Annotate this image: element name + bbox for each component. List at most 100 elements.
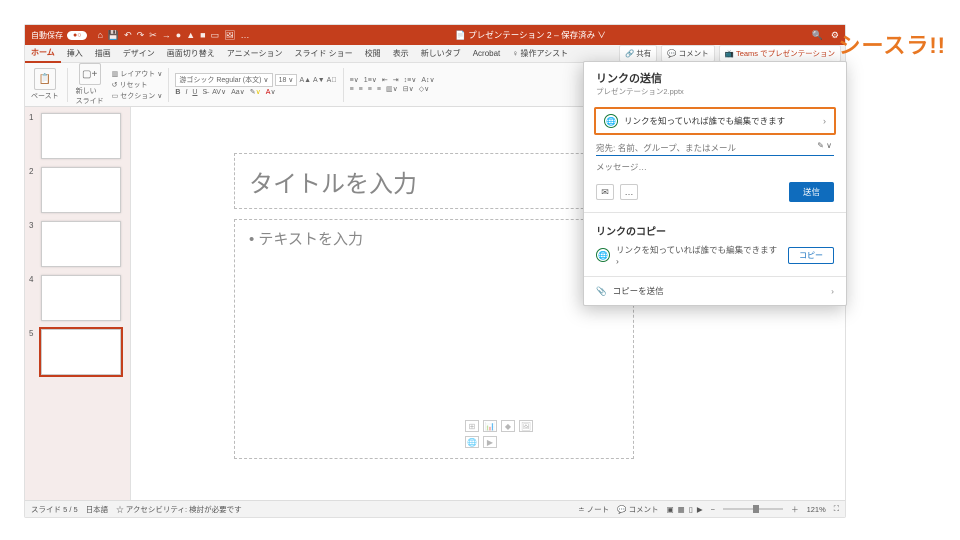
- thumb-4[interactable]: 4: [29, 275, 126, 321]
- section-button[interactable]: ▭ セクション ∨: [112, 91, 163, 101]
- tab-home[interactable]: ホーム: [25, 44, 61, 63]
- tab-design[interactable]: デザイン: [117, 45, 161, 62]
- rect-icon[interactable]: ▲: [186, 30, 195, 41]
- tab-draw[interactable]: 描画: [89, 45, 117, 62]
- link-permission-button[interactable]: 🌐 リンクを知っていれば誰でも編集できます ›: [594, 107, 836, 135]
- decrease-font-icon[interactable]: A▼: [313, 77, 325, 84]
- font-size-select[interactable]: 18 ∨: [275, 74, 298, 86]
- align-left-icon[interactable]: ≡: [350, 86, 354, 93]
- thumb-3[interactable]: 3: [29, 221, 126, 267]
- zoom-out-icon[interactable]: −: [711, 505, 715, 514]
- sorter-view-icon[interactable]: ▦: [678, 505, 685, 514]
- italic-icon[interactable]: I: [185, 89, 187, 96]
- reset-button[interactable]: ↺ リセット: [112, 80, 163, 90]
- slideshow-icon[interactable]: ▶: [697, 505, 703, 514]
- chevron-right-icon: ›: [823, 116, 826, 126]
- align-right-icon[interactable]: ≡: [368, 86, 372, 93]
- slide-thumbnails: 1 2 3 4 5: [25, 107, 131, 500]
- new-slide-button[interactable]: ▢+新しい スライド: [74, 63, 106, 106]
- fit-icon[interactable]: ⛶: [834, 504, 839, 514]
- tab-acrobat[interactable]: Acrobat: [467, 46, 507, 61]
- tab-animations[interactable]: アニメーション: [221, 45, 289, 62]
- title-placeholder[interactable]: タイトルを入力: [234, 153, 634, 209]
- copy-button[interactable]: コピー: [788, 247, 834, 264]
- more-apps-icon[interactable]: …: [620, 184, 638, 200]
- line-space-icon[interactable]: ↕≡∨: [404, 76, 417, 84]
- content-placeholder-icons[interactable]: ⊞📊◆ 🖼🌐▶: [465, 420, 535, 448]
- align-center-icon[interactable]: ≡: [359, 86, 363, 93]
- redo-icon[interactable]: ↷: [137, 30, 145, 41]
- arrow-icon[interactable]: →: [162, 30, 171, 41]
- pic-icon[interactable]: 🖼: [224, 30, 235, 41]
- case-icon[interactable]: Aa∨: [231, 88, 245, 96]
- paste-button[interactable]: 📋ペースト: [29, 68, 61, 101]
- body-placeholder[interactable]: • テキストを入力 ⊞📊◆ 🖼🌐▶: [234, 219, 634, 459]
- normal-view-icon[interactable]: ▣: [667, 505, 674, 514]
- outlook-icon[interactable]: ✉: [596, 184, 614, 200]
- video-icon: ▶: [483, 436, 497, 448]
- zoom-level[interactable]: 121%: [807, 505, 826, 514]
- cut-icon[interactable]: ✂: [149, 30, 157, 41]
- tab-tell-me[interactable]: ♀ 操作アシスト: [506, 45, 574, 62]
- indent-dec-icon[interactable]: ⇤: [382, 76, 388, 84]
- chart-icon: 📊: [483, 420, 497, 432]
- teams-present-button[interactable]: 📺Teams でプレゼンテーション: [719, 45, 841, 62]
- accessibility-check[interactable]: ☆ アクセシビリティ: 検討が必要です: [116, 504, 241, 515]
- thumb-5[interactable]: 5: [29, 329, 126, 375]
- clear-format-icon[interactable]: A⃠: [327, 77, 337, 84]
- copy-permission-button[interactable]: リンクを知っていれば誰でも編集できます ›: [616, 244, 782, 266]
- box-icon[interactable]: ▭: [211, 30, 220, 41]
- search-icon[interactable]: 🔍: [812, 30, 823, 41]
- home-icon[interactable]: ⌂: [97, 30, 102, 41]
- font-color-icon[interactable]: A∨: [266, 88, 276, 96]
- thumb-2[interactable]: 2: [29, 167, 126, 213]
- thumb-1[interactable]: 1: [29, 113, 126, 159]
- bold-icon[interactable]: B: [175, 89, 180, 96]
- layout-button[interactable]: ▥ レイアウト ∨: [112, 69, 163, 79]
- font-name-select[interactable]: 游ゴシック Regular (本文) ∨: [175, 73, 272, 87]
- tab-transitions[interactable]: 画面切り替え: [161, 45, 221, 62]
- undo-icon[interactable]: ↶: [124, 30, 132, 41]
- more-icon[interactable]: …: [241, 30, 250, 41]
- highlight-icon[interactable]: ✎∨: [250, 88, 261, 96]
- text-dir-icon[interactable]: A↕∨: [421, 76, 434, 84]
- underline-icon[interactable]: U: [192, 89, 197, 96]
- notes-button[interactable]: ≐ ノート: [578, 504, 609, 515]
- comments-button[interactable]: 💬コメント: [661, 45, 714, 62]
- share-button[interactable]: 🔗共有: [619, 45, 657, 62]
- tab-insert[interactable]: 挿入: [61, 45, 89, 62]
- justify-icon[interactable]: ≡: [377, 86, 381, 93]
- increase-font-icon[interactable]: A▲: [299, 77, 311, 84]
- language[interactable]: 日本語: [86, 504, 109, 515]
- share-title: リンクの送信: [596, 70, 834, 86]
- message-input[interactable]: [596, 160, 834, 174]
- tab-slideshow[interactable]: スライド ショー: [288, 45, 358, 62]
- circle-icon[interactable]: ●: [176, 30, 181, 41]
- edit-permission-dropdown[interactable]: ✎ ∨: [817, 141, 832, 150]
- char-space-icon[interactable]: AV∨: [212, 88, 226, 96]
- zoom-in-icon[interactable]: ＋: [791, 504, 799, 515]
- save-icon[interactable]: 💾: [108, 30, 119, 41]
- align-middle-icon[interactable]: ⊟∨: [403, 85, 414, 93]
- tab-newtab[interactable]: 新しいタブ: [415, 45, 467, 62]
- smart-icon: ◆: [501, 420, 515, 432]
- columns-icon[interactable]: ▥∨: [386, 85, 398, 93]
- statusbar: スライド 5 / 5 日本語 ☆ アクセシビリティ: 検討が必要です ≐ ノート…: [25, 500, 845, 517]
- recipients-input[interactable]: [596, 141, 834, 156]
- reading-view-icon[interactable]: ▯: [689, 505, 693, 514]
- globe-icon: 🌐: [596, 248, 610, 262]
- indent-inc-icon[interactable]: ⇥: [393, 76, 399, 84]
- tab-view[interactable]: 表示: [387, 45, 415, 62]
- comments-button-status[interactable]: 💬 コメント: [617, 504, 658, 515]
- auto-save-toggle[interactable]: ●○: [67, 31, 87, 40]
- bullets-icon[interactable]: ≡∨: [350, 76, 359, 84]
- send-button[interactable]: 送信: [789, 182, 834, 202]
- smartart-icon[interactable]: ◇∨: [419, 85, 430, 93]
- send-copy-button[interactable]: 📎 コピーを送信 ›: [584, 277, 846, 305]
- share-subtitle: プレゼンテーション2.pptx: [596, 86, 834, 97]
- numbering-icon[interactable]: 1≡∨: [364, 76, 377, 84]
- tab-review[interactable]: 校閲: [359, 45, 387, 62]
- zoom-slider[interactable]: [723, 508, 783, 510]
- strike-icon[interactable]: S̶: [202, 89, 207, 96]
- sq-icon[interactable]: ■: [200, 30, 205, 41]
